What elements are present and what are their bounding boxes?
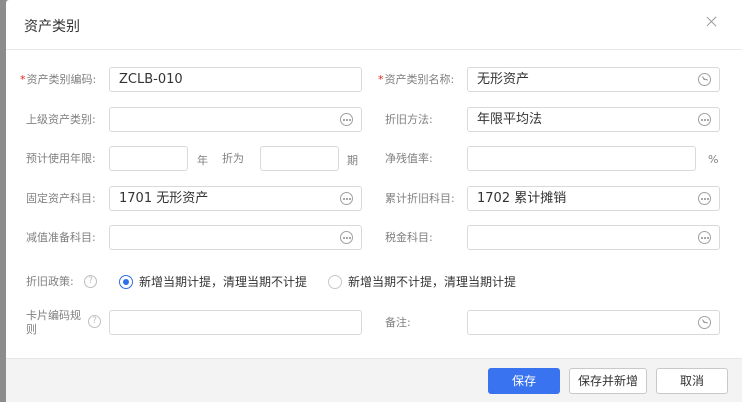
parent-category-label: 上级资产类别: xyxy=(26,113,96,126)
tax-account-input[interactable] xyxy=(467,225,720,250)
fixed-asset-account-label: 固定资产科目: xyxy=(26,192,96,205)
save-and-new-button[interactable]: 保存并新增 xyxy=(569,368,647,394)
more-icon[interactable] xyxy=(698,113,711,126)
category-code-label: *资产类别编码: xyxy=(20,73,97,86)
card-code-rule-label: 卡片编码规则 xyxy=(26,309,81,336)
periods-input[interactable] xyxy=(260,146,339,171)
required-mark: * xyxy=(20,73,26,86)
remark-label: 备注: xyxy=(385,316,411,329)
depreciation-method-input[interactable]: 年限平均法 xyxy=(467,107,720,132)
parent-category-input[interactable] xyxy=(109,107,362,132)
convert-to-label: 折为 xyxy=(222,152,244,165)
accum-depreciation-label: 累计折旧科目: xyxy=(385,192,455,205)
category-code-input[interactable]: ZCLB-010 xyxy=(109,67,362,92)
more-icon[interactable] xyxy=(340,113,353,126)
close-icon[interactable] xyxy=(704,14,720,30)
policy-option-2[interactable]: 新增当期不计提，清理当期计提 xyxy=(328,273,516,290)
policy-option-1[interactable]: 新增当期计提，清理当期不计提 xyxy=(119,273,307,290)
more-icon[interactable] xyxy=(340,231,353,244)
depreciation-policy-label: 折旧政策: xyxy=(26,275,74,288)
asset-category-dialog: 资产类别 *资产类别编码: ZCLB-010 *资产类别名称: 无形资产 上级资… xyxy=(6,0,742,402)
dialog-title: 资产类别 xyxy=(24,19,80,35)
category-name-label: *资产类别名称: xyxy=(378,73,455,86)
tax-account-label: 税金科目: xyxy=(385,231,433,244)
useful-life-label: 预计使用年限: xyxy=(26,152,96,165)
depreciation-method-label: 折旧方法: xyxy=(385,113,433,126)
useful-life-input[interactable] xyxy=(109,146,188,171)
impairment-account-label: 减值准备科目: xyxy=(26,231,96,244)
more-icon[interactable] xyxy=(698,231,711,244)
percent-unit: % xyxy=(708,153,719,166)
impairment-account-input[interactable] xyxy=(109,225,362,250)
radio-checked[interactable] xyxy=(119,274,133,289)
more-icon[interactable] xyxy=(698,192,711,205)
clock-icon[interactable] xyxy=(698,73,711,86)
dialog-footer: 保存 保存并新增 取消 xyxy=(6,358,742,402)
year-unit: 年 xyxy=(197,154,208,167)
remark-input[interactable] xyxy=(467,310,720,335)
period-unit: 期 xyxy=(347,154,358,167)
help-icon[interactable]: ? xyxy=(88,315,101,328)
clock-icon[interactable] xyxy=(698,316,711,329)
dialog-header: 资产类别 xyxy=(6,0,742,50)
cancel-button[interactable]: 取消 xyxy=(656,368,728,394)
salvage-rate-label: 净残值率: xyxy=(385,152,433,165)
radio-unchecked[interactable] xyxy=(328,274,342,289)
accum-depreciation-input[interactable]: 1702 累计摊销 xyxy=(467,186,720,211)
help-icon[interactable]: ? xyxy=(84,275,97,288)
save-button[interactable]: 保存 xyxy=(488,368,560,394)
category-name-input[interactable]: 无形资产 xyxy=(467,67,720,92)
required-mark: * xyxy=(378,73,384,86)
more-icon[interactable] xyxy=(340,192,353,205)
fixed-asset-account-input[interactable]: 1701 无形资产 xyxy=(109,186,362,211)
salvage-rate-input[interactable] xyxy=(467,146,696,171)
card-code-rule-input[interactable] xyxy=(109,310,362,335)
